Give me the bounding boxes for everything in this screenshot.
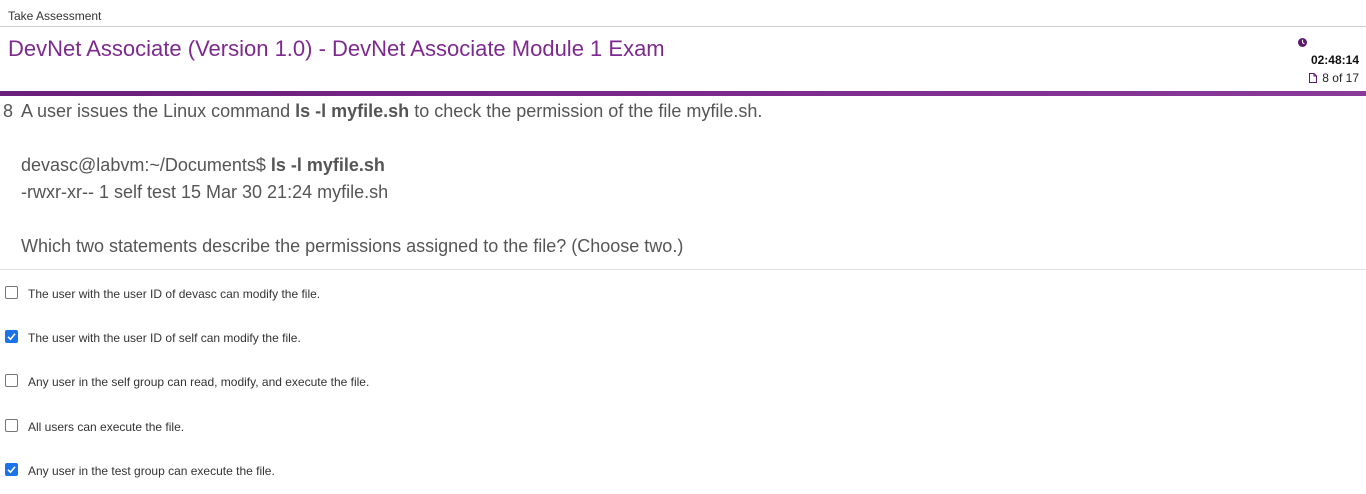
answer-label[interactable]: Any user in the self group can read, mod… xyxy=(28,375,369,389)
question-block: 8 A user issues the Linux command ls -l … xyxy=(0,96,1366,270)
answer-option-4[interactable]: All users can execute the file. xyxy=(5,418,605,438)
terminal-prompt-line: devasc@labvm:~/Documents$ ls -l myfile.s… xyxy=(21,155,385,176)
stem-command: ls -l myfile.sh xyxy=(295,101,410,121)
page-title: DevNet Associate (Version 1.0) - DevNet … xyxy=(8,36,665,61)
answer-label[interactable]: The user with the user ID of devasc can … xyxy=(28,287,320,301)
page-icon xyxy=(1309,73,1318,83)
answer-checkbox[interactable] xyxy=(5,374,18,387)
answer-label[interactable]: The user with the user ID of self can mo… xyxy=(28,331,301,345)
answer-label[interactable]: All users can execute the file. xyxy=(28,420,184,434)
answer-option-3[interactable]: Any user in the self group can read, mod… xyxy=(5,373,605,393)
answer-option-2[interactable]: The user with the user ID of self can mo… xyxy=(5,329,605,349)
top-bar: Take Assessment xyxy=(0,0,1366,27)
question-stem: A user issues the Linux command ls -l my… xyxy=(21,101,762,122)
question-progress: 8 of 17 xyxy=(1309,71,1359,85)
question-ask: Which two statements describe the permis… xyxy=(21,236,684,256)
checkmark-icon xyxy=(7,466,16,474)
time-remaining: 02:48:14 xyxy=(1310,53,1359,67)
checkmark-icon xyxy=(7,333,16,341)
answer-option-1[interactable]: The user with the user ID of devasc can … xyxy=(5,285,605,305)
clock-icon xyxy=(1298,38,1307,47)
stem-text-after: to check the permission of the file myfi… xyxy=(409,101,763,121)
stem-text-before: A user issues the Linux command xyxy=(21,101,296,121)
breadcrumb: Take Assessment xyxy=(8,9,102,23)
exam-header: DevNet Associate (Version 1.0) - DevNet … xyxy=(0,27,1366,91)
answer-option-5[interactable]: Any user in the test group can execute t… xyxy=(5,462,605,482)
question-number: 8 xyxy=(3,101,14,121)
answer-checkbox[interactable] xyxy=(5,286,18,299)
terminal-output: -rwxr-xr-- 1 self test 15 Mar 30 21:24 m… xyxy=(21,182,389,202)
progress-text: 8 of 17 xyxy=(1322,71,1359,85)
terminal-prompt: devasc@labvm:~/Documents$ xyxy=(21,155,271,175)
answer-checkbox[interactable] xyxy=(5,463,18,476)
terminal-command: ls -l myfile.sh xyxy=(270,155,385,175)
answer-label[interactable]: Any user in the test group can execute t… xyxy=(28,464,275,478)
answer-checkbox[interactable] xyxy=(5,330,18,343)
answer-checkbox[interactable] xyxy=(5,419,18,432)
